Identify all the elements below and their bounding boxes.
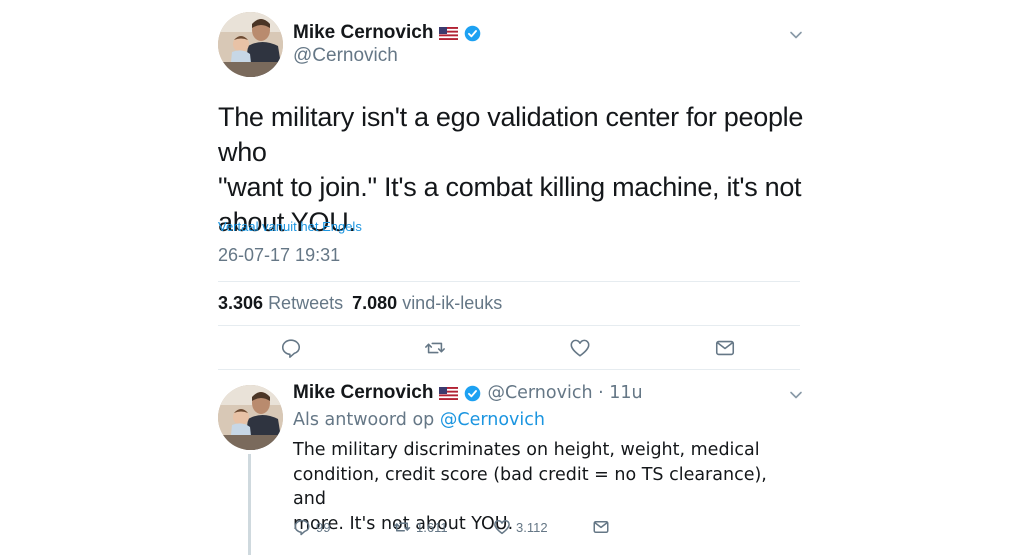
tweet-stats: 3.306 Retweets 7.080 vind-ik-leuks: [218, 293, 502, 314]
reply-avatar[interactable]: [218, 385, 283, 450]
envelope-icon: [593, 521, 609, 533]
tweet-timestamp[interactable]: 26-07-17 19:31: [218, 245, 340, 266]
retweet-icon: [393, 522, 411, 532]
likes-label: vind-ik-leuks: [402, 293, 503, 313]
replying-to: Als antwoord op @Cernovich: [293, 410, 545, 430]
divider: [218, 325, 800, 326]
heart-icon: [494, 520, 510, 535]
reply-icon: [294, 519, 310, 536]
likes-count: 7.080: [352, 293, 398, 313]
reply-handle-time[interactable]: @Cernovich · 11u: [487, 383, 642, 403]
us-flag-icon: [439, 386, 459, 400]
tweet-text-line: condition, credit score (bad credit = no…: [293, 464, 767, 510]
retweets-count: 3.306: [218, 293, 264, 313]
verified-badge-icon: [465, 385, 481, 401]
avatar[interactable]: [218, 12, 283, 77]
dm-button[interactable]: [592, 518, 615, 536]
avatar-photo: [218, 12, 283, 77]
tweet-text-line: more. It's not about YOU.: [293, 513, 514, 534]
replying-to-mention[interactable]: @Cernovich: [440, 410, 545, 430]
reply-count: 99: [316, 519, 331, 535]
author-name-row: Mike Cernovich: [293, 22, 481, 44]
chevron-down-icon[interactable]: [789, 28, 803, 42]
replying-to-prefix: Als antwoord op: [293, 410, 435, 430]
retweet-button[interactable]: 1.611: [393, 518, 448, 536]
reply-author-row: Mike Cernovich @Cernovich · 11u: [293, 382, 643, 404]
tweet-page: Mike Cernovich @Cernovich The military i…: [0, 0, 1024, 555]
heart-icon[interactable]: [569, 337, 591, 359]
chevron-down-icon[interactable]: [789, 388, 803, 402]
reply-icon[interactable]: [280, 337, 302, 359]
avatar-photo: [218, 385, 283, 450]
retweet-icon[interactable]: [424, 337, 446, 359]
retweets-stat[interactable]: 3.306 Retweets: [218, 293, 343, 313]
display-name[interactable]: Mike Cernovich: [293, 22, 433, 44]
translate-link[interactable]: Vertaal vanuit het Engels: [218, 219, 362, 234]
retweet-count: 1.611: [416, 519, 448, 535]
reply-tweet-text: The military discriminates on height, we…: [293, 438, 803, 536]
tweet-text-line: The military discriminates on height, we…: [293, 440, 760, 460]
reply-button[interactable]: 99: [293, 518, 330, 536]
thread-line: [248, 454, 251, 555]
tweet-text-line: "want to join." It's a combat killing ma…: [218, 172, 802, 202]
retweets-label: Retweets: [268, 293, 344, 313]
us-flag-icon: [439, 26, 459, 40]
reply-display-name[interactable]: Mike Cernovich: [293, 382, 433, 404]
divider: [218, 369, 800, 370]
author-handle[interactable]: @Cernovich: [293, 45, 398, 67]
like-button[interactable]: 3.112: [493, 518, 548, 536]
likes-stat[interactable]: 7.080 vind-ik-leuks: [352, 293, 502, 313]
envelope-icon[interactable]: [714, 337, 736, 359]
tweet-text-line: The military isn't a ego validation cent…: [218, 102, 804, 167]
verified-badge-icon: [465, 25, 481, 41]
divider: [218, 281, 800, 282]
like-count: 3.112: [516, 519, 548, 535]
